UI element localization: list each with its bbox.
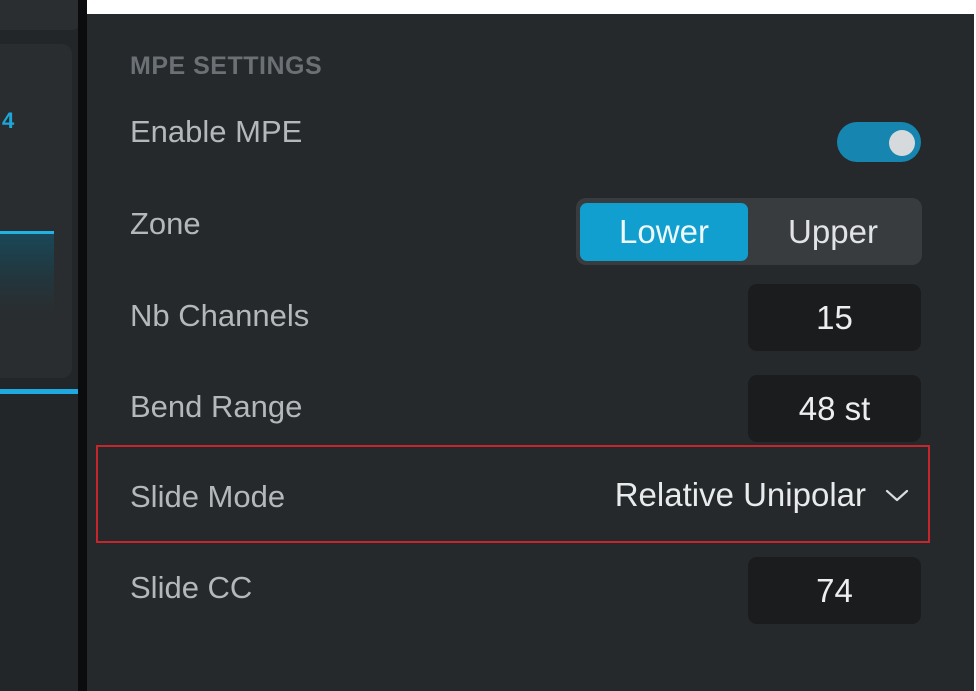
- zone-lower-button[interactable]: Lower: [580, 202, 748, 261]
- left-top-card: [0, 0, 80, 30]
- section-title: MPE SETTINGS: [130, 52, 323, 80]
- left-level-fill: [0, 234, 54, 312]
- nb-channels-field[interactable]: 15: [748, 284, 921, 351]
- slide-cc-label: Slide CC: [130, 570, 253, 605]
- bend-range-label: Bend Range: [130, 389, 303, 424]
- left-selection-bar: [0, 389, 80, 394]
- enable-mpe-toggle[interactable]: [837, 122, 921, 162]
- chevron-down-icon: [885, 489, 909, 502]
- panel-divider: [78, 0, 87, 691]
- bend-range-field[interactable]: 48 st: [748, 375, 921, 442]
- left-panel: 4: [0, 0, 86, 691]
- left-card-number: 4: [2, 108, 15, 133]
- slide-mode-label: Slide Mode: [130, 479, 286, 514]
- nb-channels-label: Nb Channels: [130, 298, 310, 333]
- zone-upper-button[interactable]: Upper: [748, 203, 918, 261]
- enable-mpe-label: Enable MPE: [130, 114, 303, 149]
- zone-label: Zone: [130, 206, 201, 241]
- zone-segmented-control: Lower Upper: [576, 198, 922, 265]
- slide-cc-field[interactable]: 74: [748, 557, 921, 624]
- toggle-knob: [889, 130, 915, 156]
- left-card[interactable]: 4: [0, 44, 72, 378]
- mpe-settings-window: 4 MPE SETTINGS Enable MPE Zone Lower Upp…: [0, 0, 976, 691]
- slide-mode-value: Relative Unipolar: [614, 476, 866, 513]
- slide-mode-dropdown[interactable]: Relative Unipolar: [615, 476, 910, 514]
